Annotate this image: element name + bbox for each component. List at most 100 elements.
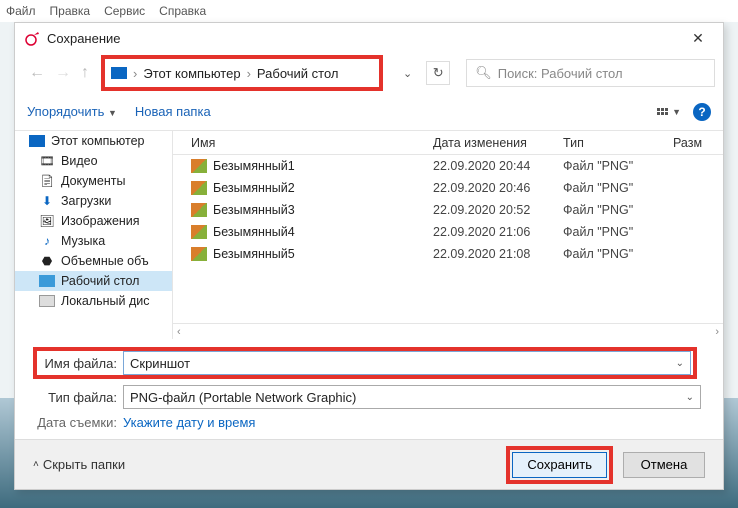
save-dialog: Сохранение ✕ ← → ↑ › Этот компьютер › Ра… (14, 22, 724, 490)
column-date-header[interactable]: Дата изменения (433, 136, 563, 150)
breadcrumb-part-1[interactable]: Этот компьютер (143, 66, 240, 81)
png-file-icon (191, 181, 207, 195)
file-name: Безымянный5 (213, 247, 295, 261)
nav-arrows: ← → ↑ (23, 64, 95, 82)
sidebar-item-this-pc[interactable]: Этот компьютер (15, 131, 172, 151)
sidebar-item-label: Видео (61, 154, 98, 168)
desktop-icon (39, 274, 55, 288)
sidebar-item-music[interactable]: ♪Музыка (15, 231, 172, 251)
document-icon: 📄︎ (39, 174, 55, 188)
sidebar-item-videos[interactable]: 🎞︎ Видео (15, 151, 172, 171)
hide-folders-label: Скрыть папки (43, 457, 125, 472)
app-icon (25, 30, 41, 46)
sidebar-item-label: Этот компьютер (51, 134, 144, 148)
view-icon (657, 108, 668, 115)
file-type: Файл "PNG" (563, 203, 673, 217)
search-icon: 🔍︎ (475, 65, 492, 81)
refresh-button[interactable]: ↻ (426, 61, 450, 85)
chevron-right-icon: › (133, 66, 137, 81)
file-type: Файл "PNG" (563, 159, 673, 173)
file-type: Файл "PNG" (563, 225, 673, 239)
sidebar-item-local-disk[interactable]: Локальный дис (15, 291, 172, 311)
png-file-icon (191, 159, 207, 173)
sidebar-item-label: Музыка (61, 234, 105, 248)
file-list-pane: Имя Дата изменения Тип Разм Безымянный12… (173, 131, 723, 339)
file-row[interactable]: Безымянный5 22.09.2020 21:08Файл "PNG" (173, 243, 723, 265)
menu-file[interactable]: Файл (6, 4, 36, 18)
filetype-label: Тип файла: (37, 390, 123, 405)
file-row[interactable]: Безымянный422.09.2020 21:06Файл "PNG" (173, 221, 723, 243)
address-dropdown-button[interactable]: ⌄ (403, 67, 412, 80)
png-file-icon (191, 203, 207, 217)
scroll-right-icon[interactable]: › (715, 326, 719, 338)
dialog-bottom-bar: ˄ Скрыть папки Сохранить Отмена (15, 439, 723, 489)
file-name: Безымянный1 (213, 159, 295, 173)
nav-back-button[interactable]: ← (29, 64, 45, 82)
file-name: Безымянный4 (213, 225, 295, 239)
hide-folders-button[interactable]: ˄ Скрыть папки (33, 457, 125, 472)
chevron-down-icon[interactable]: ⌄ (676, 358, 684, 369)
menu-service[interactable]: Сервис (104, 4, 145, 18)
chevron-right-icon: › (247, 66, 251, 81)
column-name-header[interactable]: Имя (173, 136, 433, 150)
sidebar-item-desktop[interactable]: Рабочий стол (15, 271, 172, 291)
dialog-title: Сохранение (47, 31, 121, 46)
breadcrumb[interactable]: › Этот компьютер › Рабочий стол (101, 55, 383, 91)
nav-forward-button: → (55, 64, 71, 82)
sidebar-item-label: Объемные объ (61, 254, 149, 268)
address-bar-row: ← → ↑ › Этот компьютер › Рабочий стол ⌄ … (15, 53, 723, 93)
filename-value: Скриншот (130, 356, 190, 371)
close-button[interactable]: ✕ (683, 23, 713, 53)
dialog-body: Этот компьютер 🎞︎ Видео 📄︎Документы ⬇︎Заг… (15, 131, 723, 339)
file-list: Безымянный122.09.2020 20:44Файл "PNG"Без… (173, 155, 723, 323)
filename-input[interactable]: Скриншот ⌄ (123, 351, 691, 375)
sidebar-item-downloads[interactable]: ⬇︎Загрузки (15, 191, 172, 211)
file-type: Файл "PNG" (563, 247, 673, 261)
column-size-header[interactable]: Разм (673, 136, 723, 150)
organize-button[interactable]: Упорядочить ▼ (27, 104, 117, 119)
scroll-left-icon[interactable]: ‹ (177, 326, 181, 338)
file-type: Файл "PNG" (563, 181, 673, 195)
disk-icon (39, 294, 55, 308)
nav-up-button[interactable]: ↑ (81, 64, 89, 82)
file-date: 22.09.2020 21:08 (433, 247, 563, 261)
help-button[interactable]: ? (693, 103, 711, 121)
menu-help[interactable]: Справка (159, 4, 206, 18)
sidebar-item-documents[interactable]: 📄︎Документы (15, 171, 172, 191)
png-file-icon (191, 225, 207, 239)
dialog-titlebar: Сохранение ✕ (15, 23, 723, 53)
png-file-icon (191, 247, 207, 261)
date-taken-link[interactable]: Укажите дату и время (123, 415, 255, 430)
chevron-down-icon[interactable]: ⌄ (686, 392, 694, 403)
filename-highlight: Имя файла: Скриншот ⌄ (33, 347, 697, 379)
breadcrumb-part-2[interactable]: Рабочий стол (257, 66, 339, 81)
navigation-sidebar: Этот компьютер 🎞︎ Видео 📄︎Документы ⬇︎Заг… (15, 131, 173, 339)
pc-icon (111, 67, 127, 79)
file-row[interactable]: Безымянный222.09.2020 20:46Файл "PNG" (173, 177, 723, 199)
search-placeholder: Поиск: Рабочий стол (498, 66, 623, 81)
sidebar-item-label: Загрузки (61, 194, 111, 208)
file-row[interactable]: Безымянный122.09.2020 20:44Файл "PNG" (173, 155, 723, 177)
sidebar-item-3d-objects[interactable]: ⬣ Объемные объ (15, 251, 172, 271)
file-row[interactable]: Безымянный322.09.2020 20:52Файл "PNG" (173, 199, 723, 221)
sidebar-item-label: Изображения (61, 214, 140, 228)
horizontal-scrollbar[interactable]: ‹› (173, 323, 723, 339)
column-type-header[interactable]: Тип (563, 136, 673, 150)
cube-icon: ⬣ (39, 254, 55, 268)
sidebar-item-label: Локальный дис (61, 294, 150, 308)
new-folder-button[interactable]: Новая папка (135, 104, 211, 119)
view-options-button[interactable]: ▼ (657, 107, 681, 117)
file-date: 22.09.2020 20:52 (433, 203, 563, 217)
picture-icon: 🖼︎ (39, 214, 55, 228)
filename-label: Имя файла: (37, 356, 123, 371)
sidebar-item-pictures[interactable]: 🖼︎ Изображения (15, 211, 172, 231)
filetype-value: PNG-файл (Portable Network Graphic) (130, 390, 356, 405)
video-icon: 🎞︎ (39, 154, 55, 168)
search-input[interactable]: 🔍︎ Поиск: Рабочий стол (466, 59, 715, 87)
cancel-button[interactable]: Отмена (623, 452, 705, 478)
sidebar-item-label: Рабочий стол (61, 274, 139, 288)
chevron-up-icon: ˄ (33, 459, 39, 470)
filetype-select[interactable]: PNG-файл (Portable Network Graphic) ⌄ (123, 385, 701, 409)
save-button[interactable]: Сохранить (512, 452, 607, 478)
menu-edit[interactable]: Правка (50, 4, 91, 18)
